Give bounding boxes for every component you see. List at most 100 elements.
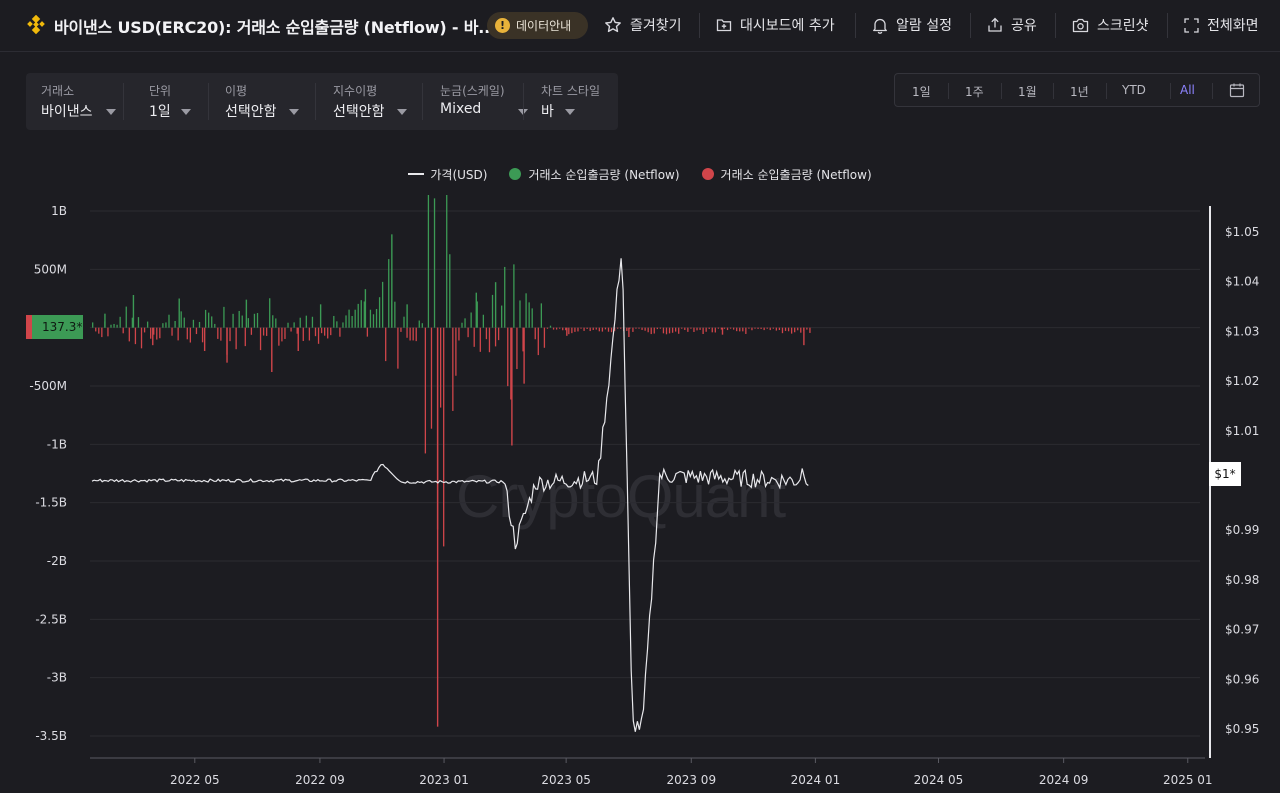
netflow-bar	[400, 327, 402, 332]
netflow-bar	[577, 327, 579, 332]
netflow-bar	[345, 315, 347, 328]
netflow-bar	[662, 327, 665, 334]
netflow-bar	[778, 327, 781, 330]
netflow-bar	[708, 327, 710, 329]
price-line	[91, 258, 809, 732]
right-tick-label: $1.04	[1225, 275, 1259, 289]
netflow-bar	[617, 327, 619, 329]
page-title: 바이낸스 USD(ERC20): 거래소 순입출금량 (Netflow) - 바…	[54, 18, 496, 37]
right-tick-label: $1.01	[1225, 424, 1259, 438]
netflow-bar	[220, 327, 222, 341]
netflow-bar	[742, 327, 744, 332]
netflow-bar	[110, 324, 112, 328]
range-1m-button[interactable]: 1월	[1018, 83, 1037, 100]
legend-price[interactable]: 가격(USD)	[408, 166, 487, 183]
add-dashboard-button[interactable]: 대시보드에 추가	[716, 15, 835, 35]
netflow-bar	[555, 327, 558, 330]
netflow-bar	[330, 327, 332, 336]
exchange-select[interactable]: 거래소 바이낸스	[26, 73, 122, 130]
warning-icon: !	[495, 18, 510, 33]
data-info-badge[interactable]: ! 데이터안내	[487, 12, 588, 39]
netflow-bar	[726, 327, 729, 331]
range-1y-button[interactable]: 1년	[1070, 83, 1089, 100]
netflow-bar	[497, 327, 500, 341]
netflow-bar	[116, 324, 118, 328]
netflow-bar	[543, 327, 546, 348]
x-tick-label: 2023 05	[541, 773, 591, 787]
fullscreen-button[interactable]: 전체화면	[1184, 15, 1259, 35]
netflow-bar	[125, 306, 127, 328]
netflow-bar	[245, 299, 248, 328]
netflow-bar	[171, 327, 173, 336]
netflow-bar	[156, 327, 158, 340]
netflow-bar	[403, 316, 405, 328]
netflow-bar	[272, 315, 274, 328]
netflow-price-chart[interactable]: 1B 500M -500M -1B -1.5B -2B -2.5B -3B -3.5B $1.0…	[0, 195, 1280, 793]
netflow-bar	[132, 295, 135, 328]
netflow-bar	[311, 316, 314, 328]
netflow-bar	[259, 327, 262, 351]
scale-select-label: 눈금(스케일)	[440, 84, 505, 98]
ema-select[interactable]: 지수이평 선택안함	[316, 73, 421, 130]
netflow-bar	[632, 327, 634, 332]
moving-average-select-value: 선택안함	[225, 104, 277, 120]
netflow-bar	[806, 327, 808, 330]
screenshot-button[interactable]: 스크린샷	[1072, 15, 1149, 35]
netflow-bar	[244, 327, 246, 347]
netflow-bar	[491, 294, 494, 328]
netflow-bar	[146, 321, 149, 328]
left-tick-label: -2.5B	[35, 612, 67, 626]
netflow-bar	[381, 281, 384, 328]
netflow-bar	[278, 327, 280, 346]
netflow-bar	[589, 327, 591, 332]
alert-settings-label: 알람 설정	[896, 18, 952, 34]
range-1w-button[interactable]: 1주	[965, 83, 984, 100]
netflow-bar	[540, 303, 543, 328]
netflow-bar	[464, 318, 466, 328]
legend-price-label: 가격(USD)	[430, 167, 488, 182]
moving-average-select[interactable]: 이평 선택안함	[209, 73, 314, 130]
netflow-bar	[192, 319, 195, 328]
chart-style-select[interactable]: 차트 스타일 바	[524, 73, 618, 130]
alert-settings-button[interactable]: 알람 설정	[872, 15, 952, 35]
x-tick-label: 2024 09	[1039, 773, 1089, 787]
calendar-icon[interactable]	[1229, 82, 1245, 98]
left-axis: 1B 500M -500M -1B -1.5B -2B -2.5B -3B -3.5B	[29, 204, 67, 743]
netflow-bar	[601, 327, 604, 332]
range-1d-button[interactable]: 1일	[912, 83, 931, 100]
share-button[interactable]: 공유	[987, 15, 1037, 35]
range-ytd-button[interactable]: YTD	[1122, 83, 1146, 97]
netflow-bar	[690, 327, 692, 329]
netflow-bar	[247, 318, 249, 328]
netflow-bar	[195, 327, 198, 335]
netflow-bar	[644, 327, 646, 331]
netflow-bar	[769, 327, 771, 331]
netflow-bar	[482, 314, 485, 328]
netflow-bar	[723, 327, 726, 329]
left-tick-label: -500M	[29, 379, 67, 393]
range-all-button[interactable]: All	[1180, 83, 1195, 97]
unit-select[interactable]: 단위 1일	[124, 73, 207, 130]
netflow-bar	[409, 327, 411, 341]
x-tick-label: 2022 09	[295, 773, 345, 787]
legend-netflow-negative[interactable]: 거래소 순입출금량 (Netflow)	[701, 166, 872, 183]
netflow-bar	[223, 306, 225, 328]
favorite-button[interactable]: 즐겨찾기	[604, 15, 682, 35]
netflow-bar	[455, 327, 457, 376]
right-tick-label: $0.98	[1225, 573, 1259, 587]
netflow-bar	[443, 327, 445, 547]
netflow-bar	[766, 327, 768, 329]
netflow-bar	[354, 309, 356, 328]
right-tick-label: $1.05	[1225, 225, 1259, 239]
netflow-bar	[287, 322, 289, 328]
netflow-bar	[418, 320, 420, 328]
scale-select[interactable]: 눈금(스케일) Mixed	[423, 73, 528, 130]
left-tick-label: -2B	[47, 554, 67, 568]
netflow-bar	[748, 327, 750, 329]
netflow-bar	[475, 292, 477, 328]
netflow-bar	[523, 327, 525, 384]
netflow-bar	[604, 327, 607, 330]
netflow-bar	[681, 327, 683, 329]
legend-netflow-positive[interactable]: 거래소 순입출금량 (Netflow)	[509, 166, 680, 183]
share-icon	[988, 17, 1002, 32]
